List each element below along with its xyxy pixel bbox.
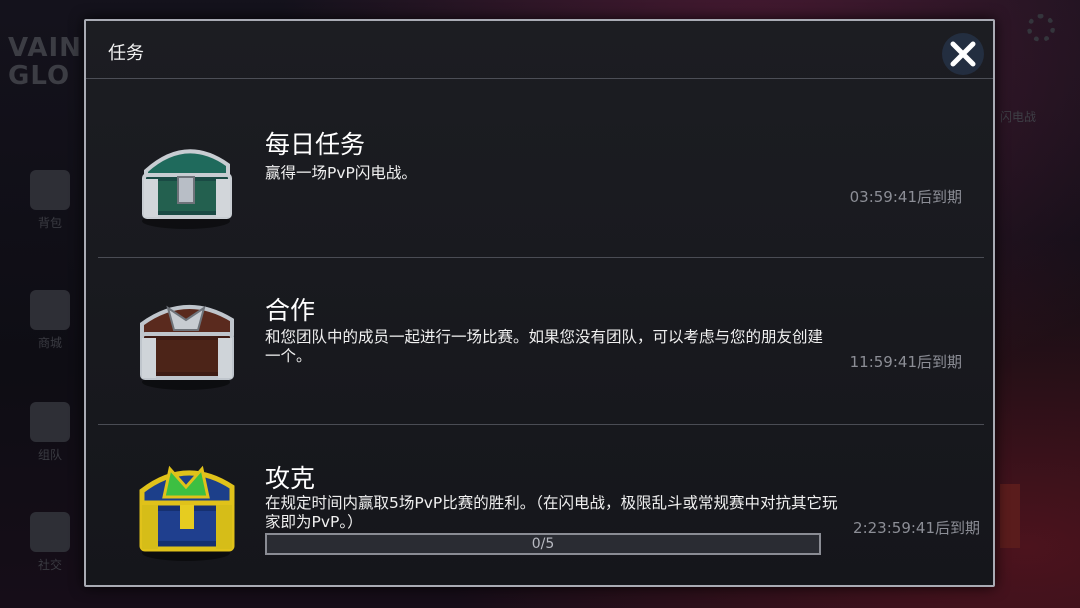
missions-dialog: 任务 每日任务 赢得一场PvP闪电战。 03:59:41后到期 合作 和您团队中…: [84, 19, 995, 587]
gear-icon: [1027, 14, 1055, 42]
sidebar-item-label: 背包: [37, 216, 62, 230]
sidebar-item-social: 社交: [22, 512, 78, 573]
sidebar-item-label: 社交: [37, 558, 62, 572]
sidebar-item-label: 商城: [37, 336, 62, 350]
golden-chest: [128, 447, 244, 563]
mission-card-daily: 每日任务 赢得一场PvP闪电战。 03:59:41后到期: [98, 79, 984, 257]
cart-icon: [30, 290, 70, 330]
mission-progress-bar: 0/5: [265, 533, 821, 555]
background-mode-label: 闪电战: [1000, 110, 1037, 124]
mission-description: 在规定时间内赢取5场PvP比赛的胜利。（在闪电战，极限乱斗或常规赛中对抗其它玩家…: [265, 494, 838, 531]
dialog-header: 任务: [86, 21, 993, 79]
sidebar-item-shop: 商城: [22, 290, 78, 351]
close-button[interactable]: [940, 31, 986, 77]
mission-card-coop: 合作 和您团队中的成员一起进行一场比赛。如果您没有团队，可以考虑与您的朋友创建一…: [98, 258, 984, 424]
close-icon: [942, 33, 984, 75]
sidebar-item-label: 组队: [37, 448, 62, 462]
sidebar-item-team: 组队: [22, 402, 78, 463]
mission-title: 攻克: [265, 464, 316, 493]
wooden-chest: [128, 278, 244, 394]
mission-title: 每日任务: [265, 130, 366, 159]
progress-label: 0/5: [531, 536, 555, 552]
green-chest: [128, 117, 244, 233]
mission-title: 合作: [265, 296, 316, 325]
game-logo: VAIN GLO: [8, 33, 82, 91]
mission-timer: 03:59:41后到期: [849, 188, 962, 206]
backpack-icon: [30, 170, 70, 210]
mission-description: 和您团队中的成员一起进行一场比赛。如果您没有团队，可以考虑与您的朋友创建一个。: [265, 328, 824, 365]
mission-description: 赢得一场PvP闪电战。: [265, 164, 417, 182]
mission-timer: 11:59:41后到期: [849, 353, 962, 371]
dialog-title: 任务: [108, 43, 144, 64]
social-icon: [30, 512, 70, 552]
mission-card-conquest: 攻克 在规定时间内赢取5场PvP比赛的胜利。（在闪电战，极限乱斗或常规赛中对抗其…: [98, 425, 984, 585]
sidebar-item-backpack: 背包: [22, 170, 78, 231]
team-icon: [30, 402, 70, 442]
mission-timer: 2:23:59:41后到期: [853, 519, 980, 537]
background-panel: [1000, 484, 1020, 548]
